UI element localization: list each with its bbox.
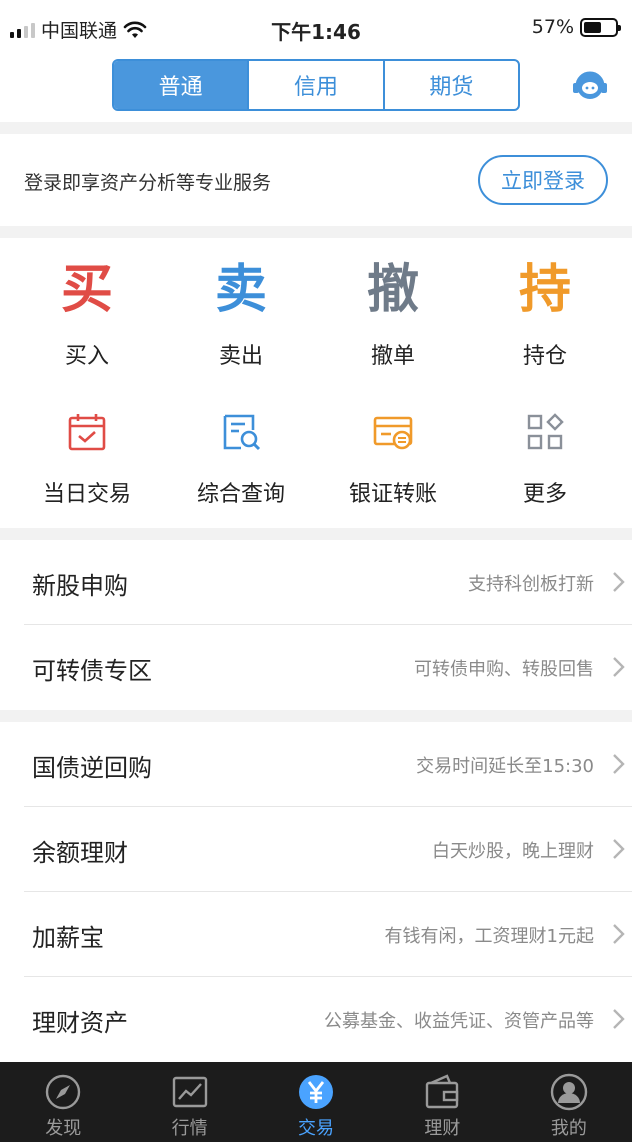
row-title: 新股申购: [32, 572, 128, 600]
compass-icon: [46, 1074, 81, 1110]
row-subtitle: 交易时间延长至15:30: [416, 756, 594, 777]
query-label: 综合查询: [196, 482, 285, 507]
today-trades-item[interactable]: 当日交易: [8, 410, 166, 508]
tab-credit[interactable]: 信用: [249, 61, 385, 109]
tab-market-label: 行情: [171, 1118, 208, 1139]
tab-mine[interactable]: 我的: [506, 1062, 632, 1142]
tab-discover-label: 发现: [45, 1118, 82, 1139]
row-subtitle: 有钱有闲，工资理财1元起: [384, 926, 594, 947]
header: 普通 信用 期货: [0, 58, 632, 122]
more-item[interactable]: 更多: [466, 410, 624, 508]
tab-mine-label: 我的: [550, 1118, 587, 1139]
row-subtitle: 支持科创板打新: [468, 574, 594, 595]
bottom-tab-bar: 发现 行情 交易 理财 我的: [0, 1062, 632, 1142]
login-promo-text: 登录即享资产分析等专业服务: [24, 172, 272, 194]
sell-label: 卖出: [218, 344, 263, 369]
cancel-glyph: 撤: [366, 260, 419, 320]
sell-item[interactable]: 卖 卖出: [162, 260, 320, 370]
status-right: 57%: [531, 16, 621, 38]
login-button[interactable]: 立即登录: [478, 155, 608, 205]
list-row-ipo[interactable]: 新股申购 支持科创板打新: [24, 540, 632, 625]
function-grid: 买 买入 卖 卖出 撤 撤单 持 持仓 当日交易 综合查询 银证转账 更多: [0, 238, 632, 528]
row-subtitle: 公募基金、收益凭证、资管产品等: [324, 1011, 594, 1032]
bank-transfer-item[interactable]: 银证转账: [314, 410, 472, 508]
bank-card-transfer-icon: [373, 416, 413, 450]
tab-discover[interactable]: 发现: [0, 1062, 126, 1142]
row-subtitle: 白天炒股，晚上理财: [432, 841, 594, 862]
user-icon: [550, 1073, 588, 1111]
tab-normal[interactable]: 普通: [114, 61, 250, 109]
position-glyph: 持: [518, 260, 571, 320]
row-title: 可转债专区: [32, 657, 152, 685]
position-item[interactable]: 持 持仓: [466, 260, 624, 370]
chevron-right-icon: [613, 572, 625, 592]
battery-percent: 57%: [531, 16, 574, 38]
chart-icon: [172, 1076, 207, 1108]
list-row-reverse-repo[interactable]: 国债逆回购 交易时间延长至15:30: [24, 722, 632, 807]
buy-item[interactable]: 买 买入: [8, 260, 166, 370]
sell-glyph: 卖: [214, 260, 267, 320]
tab-trade-label: 交易: [298, 1118, 335, 1139]
today-trades-label: 当日交易: [42, 482, 131, 507]
row-title: 加薪宝: [32, 924, 104, 952]
buy-glyph: 买: [60, 260, 113, 320]
tab-trade[interactable]: 交易: [253, 1062, 379, 1142]
status-bar: 中国联通 下午1:46 57%: [0, 0, 632, 58]
yuan-icon: [299, 1075, 334, 1109]
wallet-icon: [426, 1074, 459, 1109]
chevron-right-icon: [613, 839, 625, 859]
row-title: 国债逆回购: [32, 754, 152, 782]
tab-finance-label: 理财: [424, 1118, 461, 1139]
wealth-list: 国债逆回购 交易时间延长至15:30 余额理财 白天炒股，晚上理财 加薪宝 有钱…: [0, 722, 632, 1062]
cancel-order-item[interactable]: 撤 撤单: [314, 260, 472, 370]
ipo-list: 新股申购 支持科创板打新 可转债专区 可转债申购、转股回售: [0, 540, 632, 710]
row-subtitle: 可转债申购、转股回售: [414, 659, 594, 680]
query-item[interactable]: 综合查询: [162, 410, 320, 508]
list-row-salary-plus[interactable]: 加薪宝 有钱有闲，工资理财1元起: [24, 892, 632, 977]
login-banner: 登录即享资产分析等专业服务 立即登录: [0, 134, 632, 226]
chevron-right-icon: [613, 754, 625, 774]
list-row-balance-finance[interactable]: 余额理财 白天炒股，晚上理财: [24, 807, 632, 892]
tab-finance[interactable]: 理财: [379, 1062, 505, 1142]
battery-icon: [580, 17, 621, 37]
bank-transfer-label: 银证转账: [348, 482, 437, 507]
list-row-wealth-assets[interactable]: 理财资产 公募基金、收益凭证、资管产品等: [24, 977, 632, 1062]
grid-more-icon: [527, 413, 564, 450]
cancel-label: 撤单: [370, 344, 415, 369]
row-title: 余额理财: [32, 839, 128, 867]
account-type-tabs: 普通 信用 期货: [112, 59, 520, 111]
position-label: 持仓: [522, 344, 567, 369]
headset-icon[interactable]: [570, 66, 610, 106]
chevron-right-icon: [613, 657, 625, 677]
list-row-convertible[interactable]: 可转债专区 可转债申购、转股回售: [24, 625, 632, 710]
more-label: 更多: [522, 482, 567, 507]
chevron-right-icon: [613, 1009, 625, 1029]
row-title: 理财资产: [32, 1009, 128, 1037]
chevron-right-icon: [613, 924, 625, 944]
calendar-check-icon: [68, 414, 106, 451]
buy-label: 买入: [64, 344, 109, 369]
document-search-icon: [223, 414, 261, 451]
tab-futures[interactable]: 期货: [385, 61, 518, 109]
tab-market[interactable]: 行情: [126, 1062, 252, 1142]
